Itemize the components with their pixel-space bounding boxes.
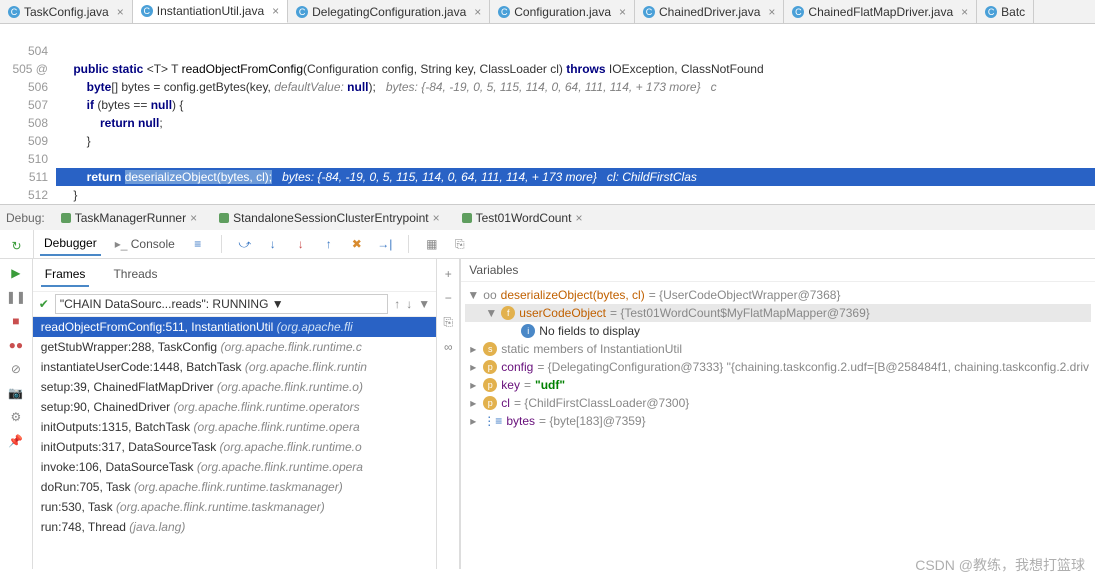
variables-header: Variables (461, 259, 1095, 282)
frame-item[interactable]: getStubWrapper:288, TaskConfig (org.apac… (33, 337, 436, 357)
watches-icon[interactable]: ∞ (444, 340, 453, 354)
code-body[interactable]: public static <T> T readObjectFromConfig… (56, 24, 1095, 204)
next-frame-icon[interactable]: ↓ (406, 297, 412, 311)
java-icon: C (792, 6, 804, 18)
code-editor[interactable]: 504 505 @ 506 507 508 509 510 511 512 pu… (0, 24, 1095, 204)
left-action-bar: ▶ ❚❚ ■ ●● ⊘ 📷 ⚙ 📌 (0, 259, 33, 569)
close-icon[interactable]: × (961, 5, 968, 19)
param-icon: p (483, 396, 497, 410)
frame-item[interactable]: initOutputs:317, DataSourceTask (org.apa… (33, 437, 436, 457)
frame-item[interactable]: run:530, Task (org.apache.flink.runtime.… (33, 497, 436, 517)
close-icon[interactable]: × (117, 5, 124, 19)
frame-list[interactable]: readObjectFromConfig:511, InstantiationU… (33, 317, 436, 537)
rerun-icon[interactable]: ↻ (9, 238, 25, 254)
copy-icon[interactable]: ⎘ (443, 315, 453, 330)
pin-icon[interactable]: 📌 (8, 433, 24, 449)
tab-configuration[interactable]: CConfiguration.java× (490, 0, 635, 23)
filter-icon[interactable]: ▼ (418, 297, 430, 311)
debug-label: Debug: (6, 211, 45, 225)
frame-item[interactable]: run:748, Thread (java.lang) (33, 517, 436, 537)
java-icon: C (985, 6, 997, 18)
file-tabs: CTaskConfig.java× CInstantiationUtil.jav… (0, 0, 1095, 24)
mute-breakpoints-icon[interactable]: ⊘ (8, 361, 24, 377)
array-icon: ⋮≡ (483, 414, 502, 428)
field-icon: f (501, 306, 515, 320)
watermark: CSDN @教练，我想打篮球 (915, 555, 1085, 575)
java-icon: C (141, 5, 153, 17)
frame-item[interactable]: initOutputs:1315, BatchTask (org.apache.… (33, 417, 436, 437)
run-to-cursor-icon[interactable]: →| (376, 235, 394, 253)
step-over-icon[interactable]: ⤻ (236, 235, 254, 253)
left-toolbar: ↻ (0, 230, 34, 258)
close-icon[interactable]: × (474, 5, 481, 19)
close-icon[interactable]: × (768, 5, 775, 19)
param-icon: p (483, 378, 497, 392)
tab-chainedflatmap[interactable]: CChainedFlatMapDriver.java× (784, 0, 977, 23)
java-icon: C (498, 6, 510, 18)
step-out-icon[interactable]: ↑ (320, 235, 338, 253)
java-icon: C (643, 6, 655, 18)
tab-batc[interactable]: CBatc (977, 0, 1034, 23)
settings-icon[interactable]: ⚙ (8, 409, 24, 425)
close-icon[interactable]: × (575, 211, 582, 225)
run-config-test01[interactable]: Test01WordCount× (456, 211, 589, 225)
frame-item[interactable]: readObjectFromConfig:511, InstantiationU… (33, 317, 436, 337)
run-config-standalone[interactable]: StandaloneSessionClusterEntrypoint× (213, 211, 445, 225)
new-watch-icon[interactable]: + (445, 267, 452, 281)
evaluate-icon[interactable]: ▦ (423, 235, 441, 253)
frame-item[interactable]: instantiateUserCode:1448, BatchTask (org… (33, 357, 436, 377)
resume-icon[interactable]: ▶ (8, 265, 24, 281)
close-icon[interactable]: × (433, 211, 440, 225)
frame-item[interactable]: doRun:705, Task (org.apache.flink.runtim… (33, 477, 436, 497)
run-icon (462, 213, 472, 223)
frame-item[interactable]: setup:90, ChainedDriver (org.apache.flin… (33, 397, 436, 417)
frames-panel: Frames Threads ✔ "CHAIN DataSourc...read… (33, 259, 437, 569)
static-icon: s (483, 342, 497, 356)
view-breakpoints-icon[interactable]: ●● (8, 337, 24, 353)
debugger-tab[interactable]: Debugger (40, 232, 101, 256)
stop-icon[interactable]: ■ (8, 313, 24, 329)
variables-tree[interactable]: ▼oo deserializeObject(bytes, cl) = {User… (461, 282, 1095, 434)
variables-panel: Variables ▼oo deserializeObject(bytes, c… (460, 259, 1095, 569)
tab-taskconfig[interactable]: CTaskConfig.java× (0, 0, 133, 23)
info-icon: i (521, 324, 535, 338)
check-icon: ✔ (39, 297, 49, 311)
threads-icon[interactable]: ≡ (189, 235, 207, 253)
get-thread-dump-icon[interactable]: 📷 (8, 385, 24, 401)
pause-icon[interactable]: ❚❚ (8, 289, 24, 305)
close-icon[interactable]: × (272, 4, 279, 18)
tab-instantiationutil[interactable]: CInstantiationUtil.java× (133, 0, 288, 23)
close-icon[interactable]: × (619, 5, 626, 19)
step-into-icon[interactable]: ↓ (264, 235, 282, 253)
frame-item[interactable]: invoke:106, DataSourceTask (org.apache.f… (33, 457, 436, 477)
force-step-into-icon[interactable]: ↓ (292, 235, 310, 253)
run-icon (219, 213, 229, 223)
remove-watch-icon[interactable]: − (445, 291, 452, 305)
tab-delegatingconfig[interactable]: CDelegatingConfiguration.java× (288, 0, 490, 23)
java-icon: C (296, 6, 308, 18)
close-icon[interactable]: × (190, 211, 197, 225)
mid-toolbar: + − ⎘ ∞ (437, 259, 460, 569)
thread-selector[interactable]: "CHAIN DataSourc...reads": RUNNING ▼ (55, 294, 388, 314)
param-icon: p (483, 360, 497, 374)
gutter: 504 505 @ 506 507 508 509 510 511 512 (0, 24, 56, 204)
prev-frame-icon[interactable]: ↑ (394, 297, 400, 311)
tab-chaineddriver[interactable]: CChainedDriver.java× (635, 0, 784, 23)
trace-icon[interactable]: ⎘ (451, 235, 469, 253)
console-tab[interactable]: ▸_ Console (111, 233, 179, 255)
java-icon: C (8, 6, 20, 18)
debug-toolbar: Debugger ▸_ Console ≡ ⤻ ↓ ↓ ↑ ✖ →| ▦ ⎘ (34, 230, 469, 258)
run-config-taskmanager[interactable]: TaskManagerRunner× (55, 211, 203, 225)
debug-panels: ▶ ❚❚ ■ ●● ⊘ 📷 ⚙ 📌 Frames Threads ✔ "CHAI… (0, 259, 1095, 569)
debug-bar: Debug: TaskManagerRunner× StandaloneSess… (0, 204, 1095, 230)
frame-item[interactable]: setup:39, ChainedFlatMapDriver (org.apac… (33, 377, 436, 397)
threads-tab[interactable]: Threads (109, 263, 161, 287)
drop-frame-icon[interactable]: ✖ (348, 235, 366, 253)
run-icon (61, 213, 71, 223)
frames-tab[interactable]: Frames (41, 263, 90, 287)
